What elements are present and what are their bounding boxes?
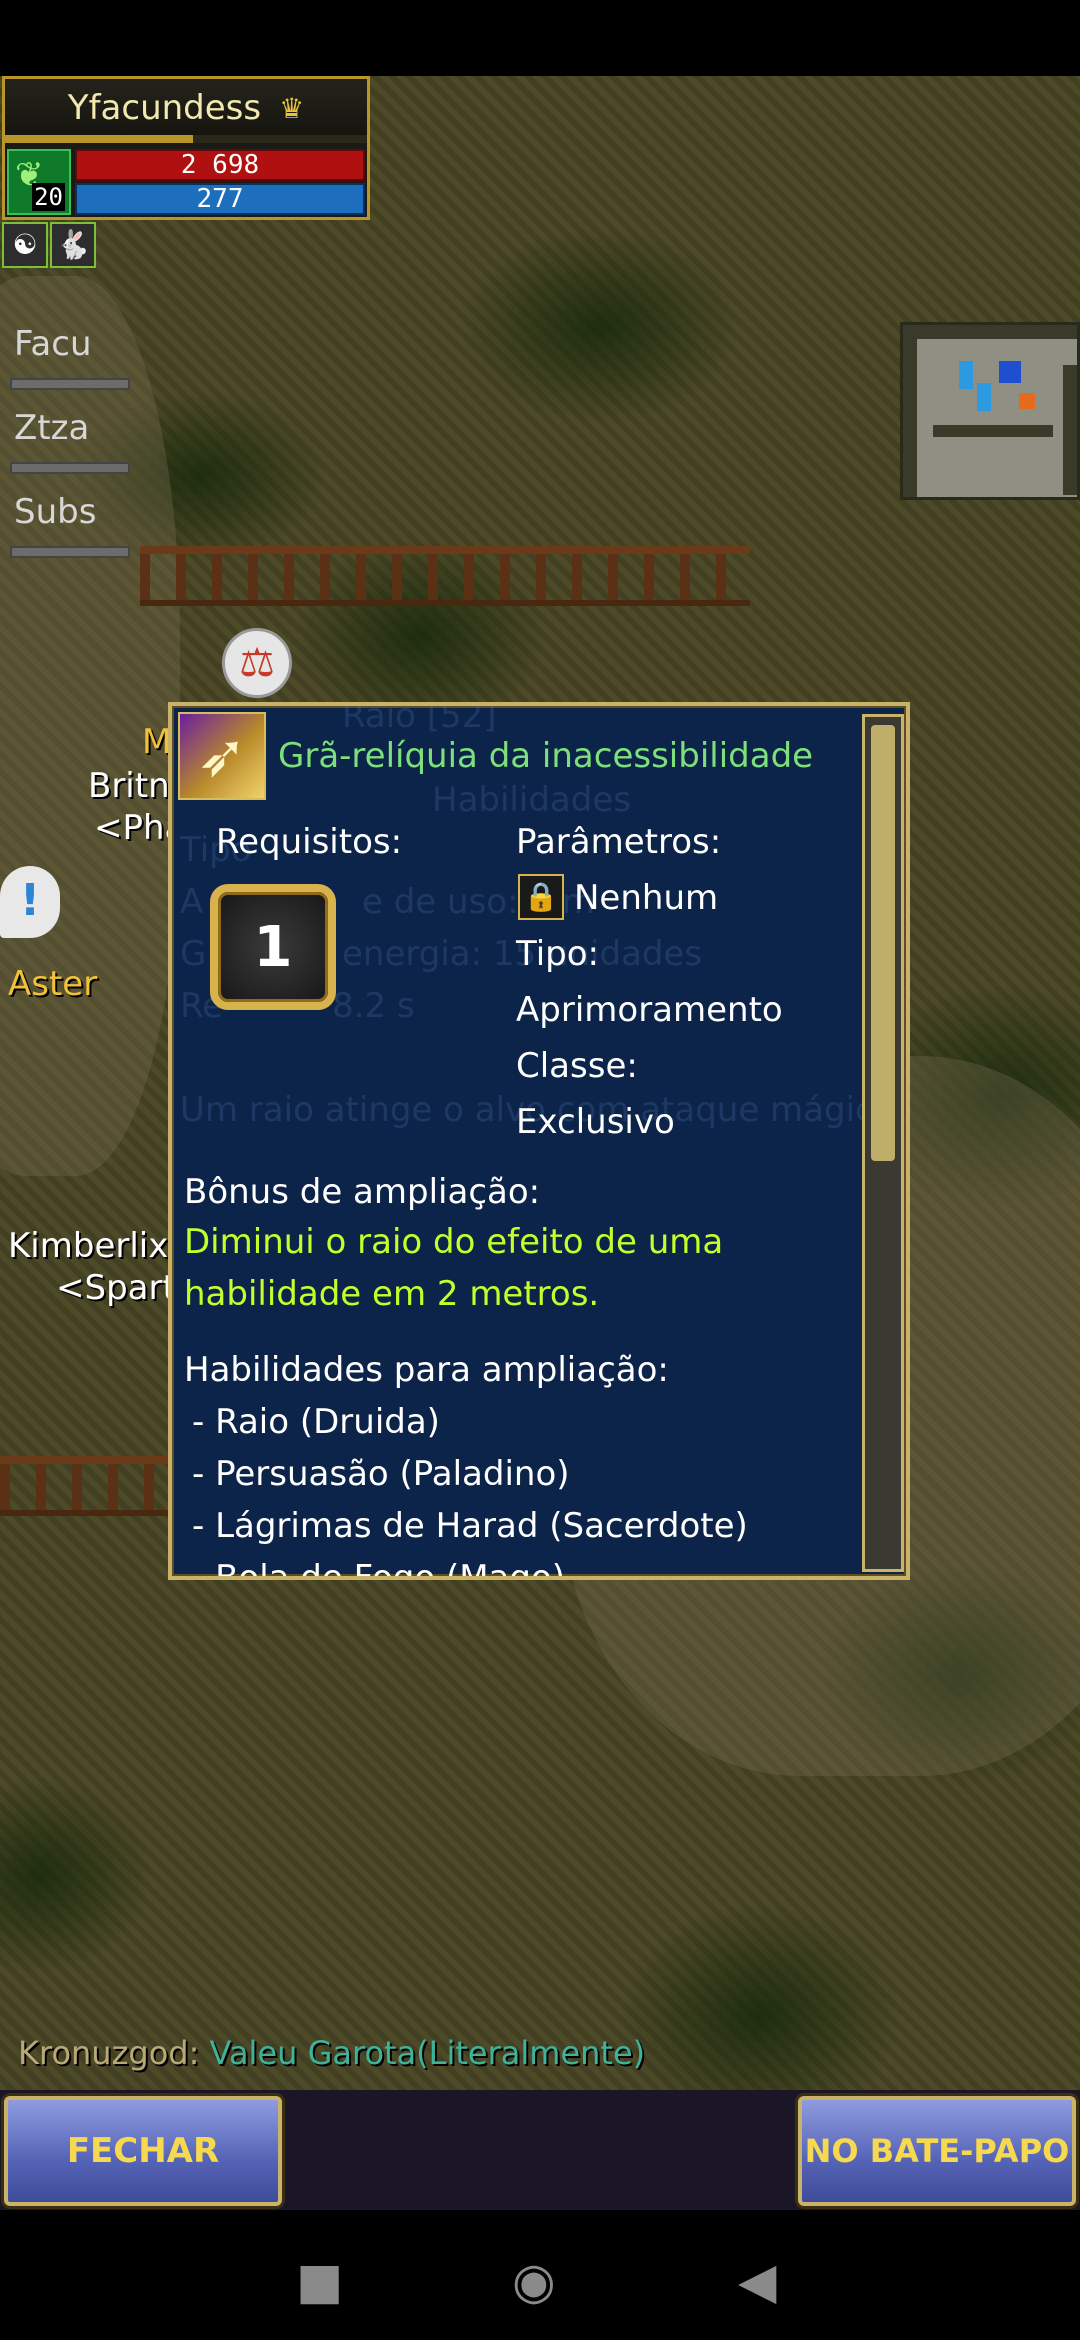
minimap[interactable] bbox=[900, 322, 1080, 500]
relic-item-icon: ➶ bbox=[178, 712, 266, 800]
type-value: Aprimoramento bbox=[516, 990, 783, 1030]
parameters-label: Parâmetros: bbox=[516, 822, 722, 862]
rabbit-buff-icon[interactable]: 🐇 bbox=[50, 222, 96, 268]
background-skill-cooldown: 8.2 s bbox=[332, 986, 415, 1026]
close-button[interactable]: FECHAR bbox=[4, 2096, 282, 2206]
npc-name[interactable]: Aster bbox=[8, 964, 97, 1004]
minimap-wall bbox=[1063, 365, 1077, 495]
health-bar: 2 698 bbox=[75, 149, 365, 181]
system-status-bar bbox=[0, 0, 1080, 76]
chat-message: Kronuzgod: Valeu Garota(Literalmente) bbox=[18, 2034, 645, 2072]
party-member-name[interactable]: Ztza bbox=[14, 408, 89, 448]
minimap-wall bbox=[933, 425, 1053, 437]
party-member-health bbox=[10, 546, 130, 558]
required-level-badge: 1 bbox=[210, 884, 336, 1010]
npc-name[interactable]: M bbox=[142, 722, 171, 762]
party-member-health bbox=[10, 378, 130, 390]
skill-list-item: - Raio (Druida) bbox=[192, 1402, 440, 1442]
bonus-label: Bônus de ampliação: bbox=[184, 1172, 541, 1212]
trader-scale-icon[interactable]: ⚖ bbox=[222, 628, 292, 698]
skill-list-item: - Persuasão (Paladino) bbox=[192, 1454, 570, 1494]
yin-yang-buff-icon[interactable]: ☯ bbox=[2, 222, 48, 268]
back-icon[interactable]: ◀ bbox=[738, 2252, 776, 2310]
item-tooltip[interactable]: Habilidades Raio [52] Tipo A e de uso: 7… bbox=[168, 702, 910, 1580]
player-level: 20 bbox=[32, 183, 65, 211]
quest-alert-icon[interactable]: ! bbox=[0, 866, 60, 938]
minimap-enemy-marker bbox=[1019, 393, 1035, 409]
class-label: Classe: bbox=[516, 1046, 638, 1086]
skill-list-item: - Lágrimas de Harad (Sacerdote) bbox=[192, 1506, 748, 1546]
party-member-name[interactable]: Facu bbox=[14, 324, 92, 364]
mana-bar: 277 bbox=[75, 183, 365, 215]
npc-name[interactable]: Kimberlix bbox=[8, 1226, 168, 1266]
home-icon[interactable]: ◉ bbox=[512, 2252, 556, 2310]
bonus-description: habilidade em 2 metros. bbox=[184, 1274, 600, 1314]
tooltip-scrollbar[interactable] bbox=[862, 714, 904, 1572]
background-window-title: Habilidades bbox=[432, 780, 631, 820]
crown-icon: ♛ bbox=[279, 91, 305, 125]
player-name-row: Yfacundess ♛ bbox=[5, 79, 367, 137]
minimap-wall bbox=[903, 325, 1077, 339]
requirements-label: Requisitos: bbox=[216, 822, 403, 862]
skill-list-item: - Bola de Fogo (Mago) bbox=[192, 1558, 566, 1580]
chat-sender: Kronuzgod: bbox=[18, 2034, 200, 2072]
player-name: Yfacundess bbox=[67, 88, 262, 128]
class-level-badge[interactable]: ❦ 20 bbox=[7, 149, 71, 215]
minimap-wall bbox=[903, 325, 917, 497]
skills-label: Habilidades para ampliação: bbox=[184, 1350, 669, 1390]
background-skill-range: A bbox=[180, 882, 204, 922]
recents-icon[interactable]: ■ bbox=[296, 2252, 343, 2310]
chat-text: Valeu Garota(Literalmente) bbox=[209, 2034, 646, 2072]
type-label: Tipo: bbox=[516, 934, 600, 974]
class-value: Exclusivo bbox=[516, 1102, 675, 1142]
wooden-fence bbox=[140, 546, 750, 606]
minimap-ally-marker bbox=[959, 361, 973, 389]
chat-button[interactable]: NO BATE-PAPO bbox=[798, 2096, 1076, 2206]
player-frame[interactable]: Yfacundess ♛ ❦ 20 2 698 277 bbox=[2, 76, 370, 220]
lock-value: Nenhum bbox=[574, 878, 719, 918]
background-skill-name: Raio [52] bbox=[342, 702, 497, 736]
lock-icon: 🔒 bbox=[518, 874, 564, 920]
xp-bar bbox=[5, 135, 367, 143]
xp-fill bbox=[5, 135, 194, 143]
minimap-ally-marker bbox=[977, 383, 991, 411]
scrollbar-thumb[interactable] bbox=[871, 725, 895, 1161]
party-member-health bbox=[10, 462, 130, 474]
bonus-description: Diminui o raio do efeito de uma bbox=[184, 1222, 724, 1262]
party-member-name[interactable]: Subs bbox=[14, 492, 96, 532]
item-title: Grã-relíquia da inacessibilidade bbox=[278, 736, 814, 776]
wooden-fence bbox=[0, 1456, 170, 1516]
minimap-player-marker bbox=[999, 361, 1021, 383]
npc-clan[interactable]: <Spart bbox=[56, 1268, 176, 1308]
background-skill-energy: G bbox=[180, 934, 207, 974]
npc-name[interactable]: Britn bbox=[88, 766, 170, 806]
